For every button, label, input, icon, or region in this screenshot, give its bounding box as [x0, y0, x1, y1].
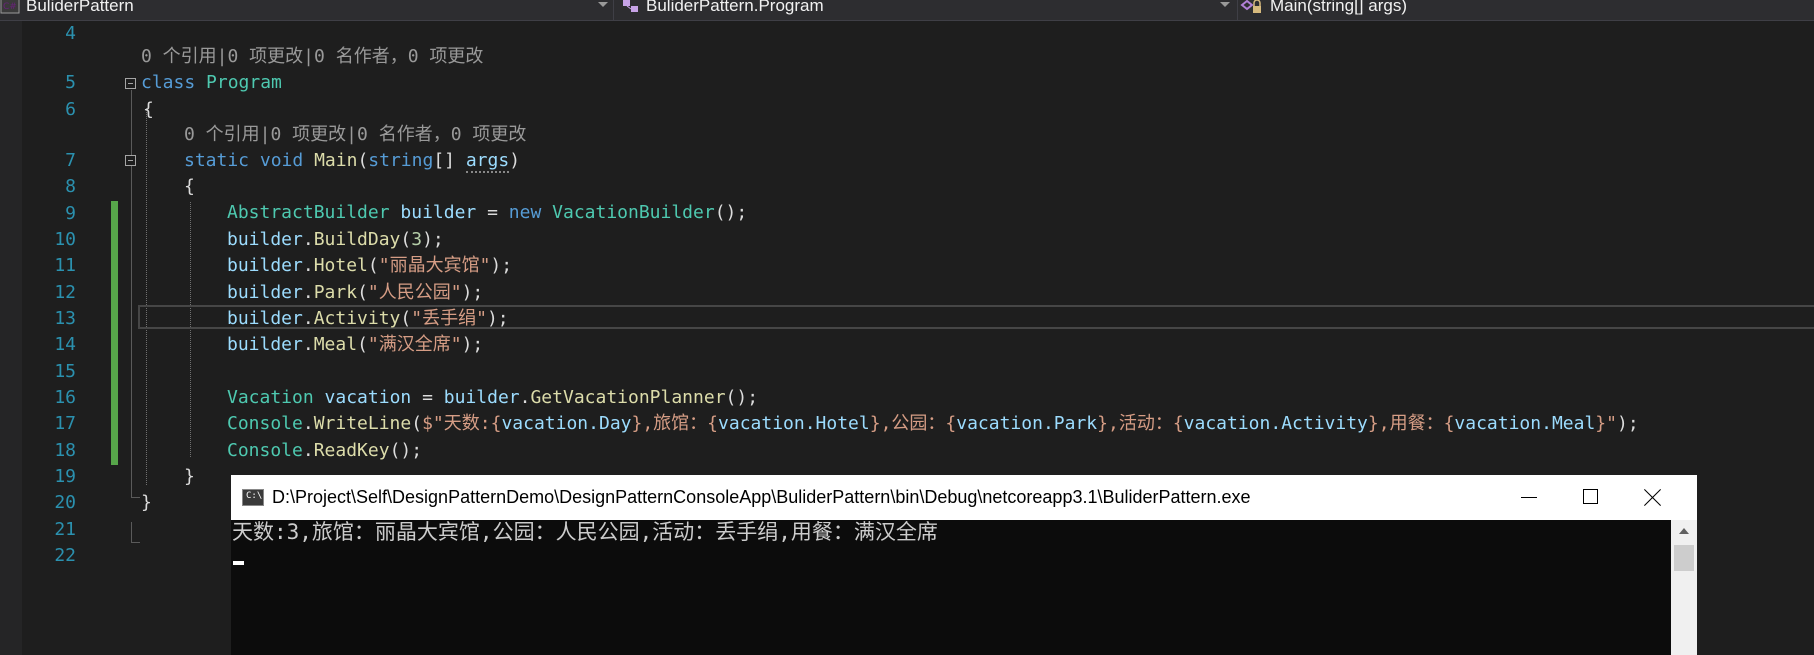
outline-line-end	[131, 542, 140, 543]
line-number: 16	[54, 387, 76, 408]
line-number: 13	[54, 308, 76, 329]
line-number: 8	[65, 176, 76, 197]
scroll-thumb[interactable]	[1674, 545, 1694, 571]
line-number: 14	[54, 334, 76, 355]
line-number: 15	[54, 361, 76, 382]
close-icon	[1643, 488, 1662, 507]
code-line-8: {	[184, 176, 195, 197]
code-line-14: builder.Meal("满汉全席");	[227, 334, 484, 355]
line-number: 22	[54, 545, 76, 566]
args-parameter: args	[465, 150, 510, 173]
console-cursor	[233, 561, 244, 565]
outline-line	[131, 522, 132, 542]
member-name: Main(string[] args)	[1270, 0, 1407, 15]
divider	[1237, 0, 1238, 20]
code-line-18: Console.ReadKey();	[227, 440, 423, 461]
outline-line	[131, 90, 132, 498]
minimize-icon	[1521, 497, 1537, 498]
line-number: 11	[54, 255, 76, 276]
line-number: 4	[65, 23, 76, 44]
maximize-button[interactable]	[1559, 475, 1621, 520]
line-number: 18	[54, 440, 76, 461]
code-line-17: Console.WriteLine($"天数:{vacation.Day},旅馆…	[227, 413, 1639, 434]
collapse-method-icon[interactable]	[125, 155, 136, 166]
chevron-down-icon	[1220, 2, 1230, 7]
project-dropdown[interactable]: C# BuliderPattern	[0, 0, 605, 18]
class-icon	[623, 0, 638, 12]
line-number: 7	[65, 150, 76, 171]
code-line-16: Vacation vacation = builder.GetVacationP…	[227, 387, 759, 408]
line-number: 12	[54, 282, 76, 303]
code-line-11: builder.Hotel("丽晶大宾馆");	[227, 255, 513, 276]
chevron-down-icon	[598, 2, 608, 7]
indent-guide	[190, 202, 191, 457]
code-line-9: AbstractBuilder builder = new VacationBu…	[227, 202, 748, 223]
code-line-12: builder.Park("人民公园");	[227, 282, 484, 303]
line-number: 20	[54, 492, 76, 513]
scroll-up-icon[interactable]	[1679, 528, 1689, 534]
method-lock-icon	[1240, 0, 1261, 13]
line-number: 21	[54, 519, 76, 540]
divider	[613, 0, 614, 20]
console-title-bar[interactable]: C:\ D:\Project\Self\DesignPatternDemo\De…	[231, 475, 1697, 520]
class-name: BuliderPattern.Program	[646, 0, 824, 15]
line-number: 17	[54, 413, 76, 434]
project-name: BuliderPattern	[26, 0, 134, 15]
console-scrollbar[interactable]	[1671, 520, 1697, 655]
code-line-13: builder.Activity("丢手绢");	[227, 308, 509, 329]
collapse-class-icon[interactable]	[125, 78, 136, 89]
console-title: D:\Project\Self\DesignPatternDemo\Design…	[272, 487, 1251, 507]
line-number: 9	[65, 203, 76, 224]
code-line-20: }	[141, 492, 152, 513]
svg-text:C#: C#	[3, 2, 17, 12]
close-button[interactable]	[1621, 475, 1683, 520]
change-indicator	[111, 201, 118, 465]
minimize-button[interactable]	[1497, 475, 1559, 520]
line-number: 19	[54, 466, 76, 487]
code-line-6: {	[143, 99, 154, 120]
navigation-bar: C# BuliderPattern BuliderPattern.Program …	[0, 0, 1814, 21]
indent-guide	[146, 108, 147, 485]
line-number: 10	[54, 229, 76, 250]
code-line-10: builder.BuildDay(3);	[227, 229, 444, 250]
codelens-class[interactable]: 0 个引用|0 项更改|0 名作者，0 项更改	[141, 44, 483, 70]
code-line-5: class Program	[141, 72, 282, 93]
member-dropdown[interactable]: Main(string[] args)	[1240, 0, 1810, 18]
code-line-7: static void Main(string[] args)	[184, 150, 521, 173]
console-output: 天数:3,旅馆：丽晶大宾馆,公园：人民公园,活动：丢手绢,用餐：满汉全席	[232, 520, 938, 544]
codelens-method[interactable]: 0 个引用|0 项更改|0 名作者，0 项更改	[184, 122, 526, 148]
console-window[interactable]: C:\ D:\Project\Self\DesignPatternDemo\De…	[231, 475, 1697, 655]
line-number: 6	[65, 99, 76, 120]
outline-line-end	[131, 497, 140, 498]
console-app-icon: C:\	[242, 489, 264, 506]
class-dropdown[interactable]: BuliderPattern.Program	[622, 0, 1222, 18]
editor-margin	[0, 21, 22, 655]
line-number: 5	[65, 72, 76, 93]
maximize-icon	[1583, 489, 1598, 504]
csharp-project-icon: C#	[0, 0, 20, 14]
code-line-19: }	[184, 466, 195, 487]
